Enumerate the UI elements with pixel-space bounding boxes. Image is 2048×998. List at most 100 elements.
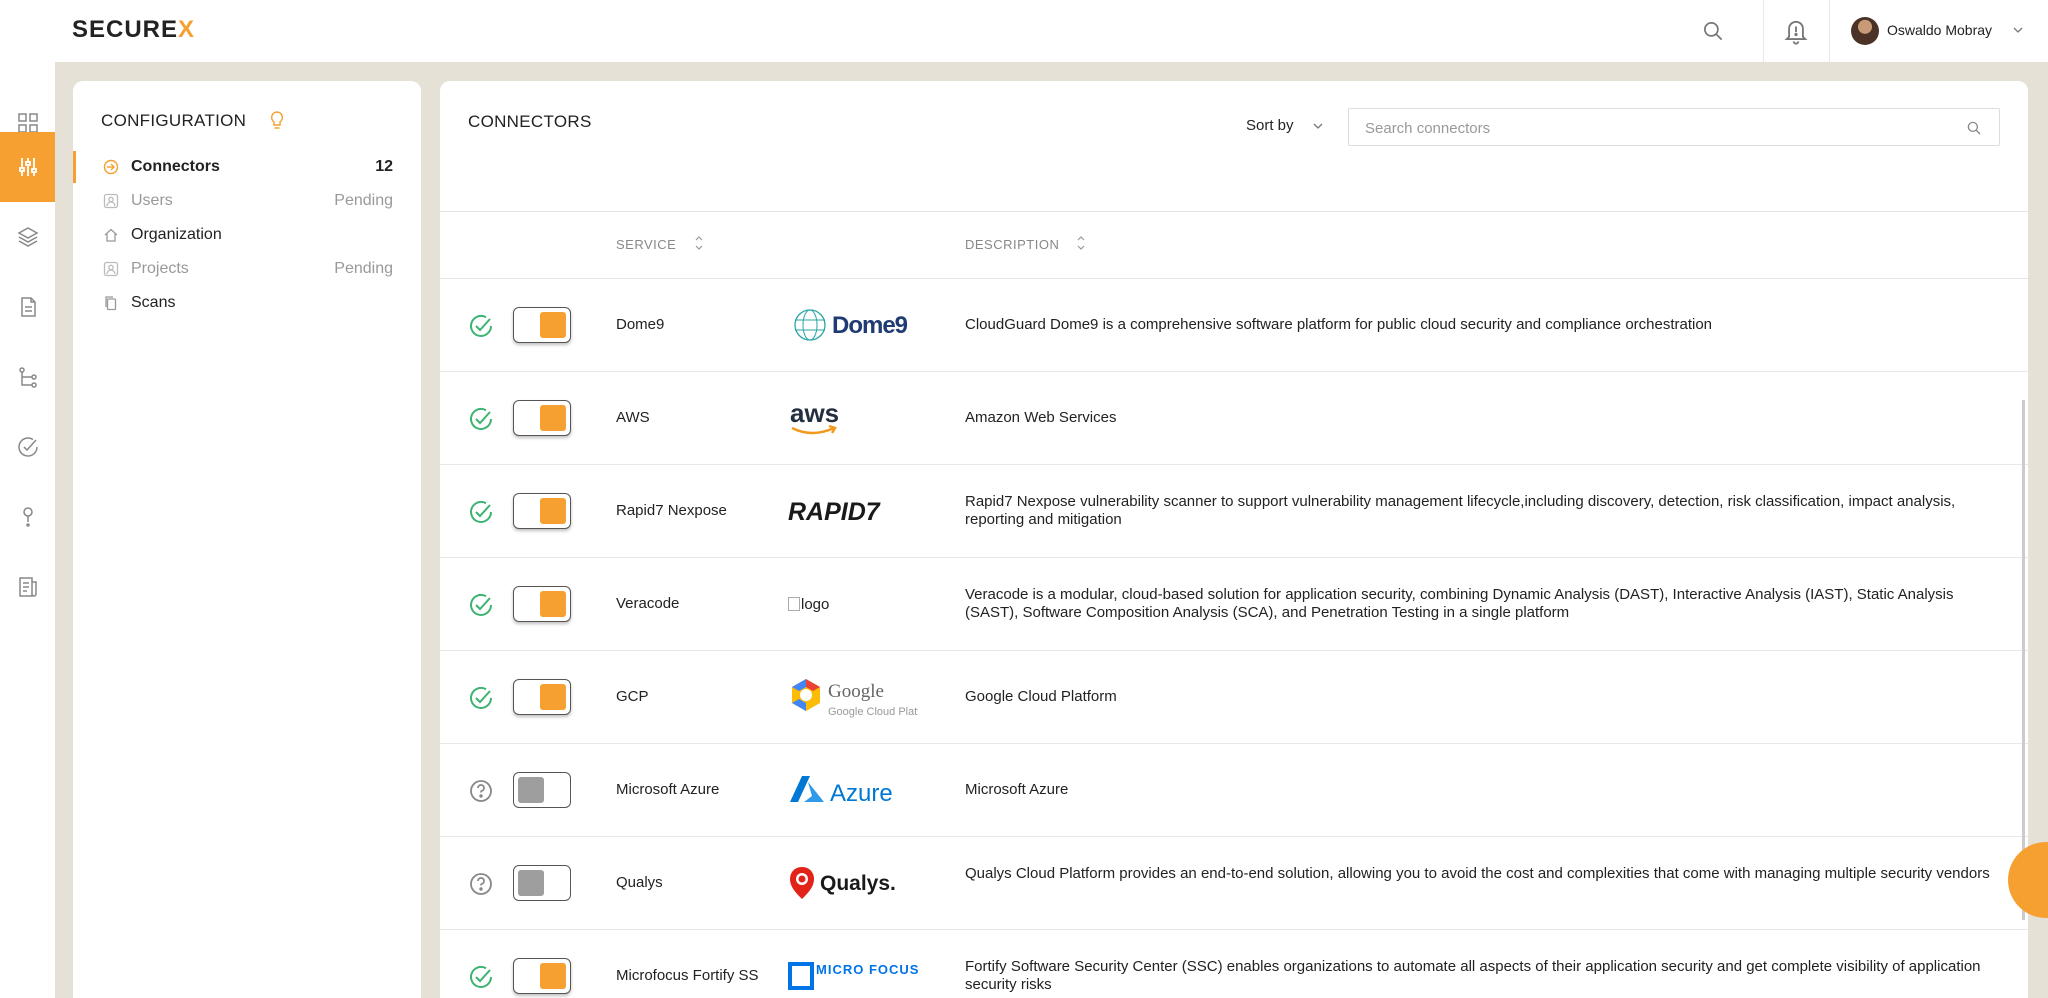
- rapid7-logo-graphic: RAPID7: [788, 498, 881, 526]
- azure-logo-text: Azure: [830, 780, 893, 807]
- rail-alerts[interactable]: [0, 482, 55, 552]
- service-name: Microfocus Fortify SS: [616, 967, 759, 984]
- sort-icon[interactable]: [694, 234, 704, 252]
- connector-toggle[interactable]: [513, 307, 571, 343]
- logo-alt-text: logo: [801, 595, 830, 613]
- top-header: SECUREX Oswaldo Mobray: [0, 0, 2048, 62]
- microfocus-logo-text: MICRO FOCUS: [816, 962, 918, 977]
- rail-documents[interactable]: [0, 272, 55, 342]
- connector-toggle[interactable]: [513, 400, 571, 436]
- column-header-service[interactable]: SERVICE: [616, 237, 676, 252]
- check-circle-icon: [17, 437, 38, 457]
- search-connectors-box: [1348, 108, 2000, 146]
- service-name: Rapid7 Nexpose: [616, 502, 727, 519]
- search-icon[interactable]: [1700, 18, 1726, 44]
- qualys-logo-text: Qualys.: [820, 872, 896, 895]
- rapid7-logo: RAPID7: [788, 489, 918, 533]
- user-name[interactable]: Oswaldo Mobray: [1887, 22, 1992, 38]
- table-row: Qualys Qualys. Qualys Cloud Platform pro…: [440, 837, 2028, 930]
- rapid7-logo-text: RAPID7: [788, 498, 881, 526]
- header-divider: [1763, 0, 1764, 62]
- nav-projects-label: Projects: [131, 260, 189, 277]
- qualys-logo-graphic: Qualys.: [790, 867, 896, 899]
- icon-rail: [0, 62, 55, 998]
- toggle-knob: [518, 777, 544, 803]
- aws-logo-text: aws: [790, 398, 839, 428]
- table-row: Microsoft Azure Azure Microsoft Azure: [440, 744, 2028, 837]
- toggle-knob: [540, 498, 566, 524]
- service-description: Google Cloud Platform: [965, 688, 1117, 705]
- configuration-title: CONFIGURATION: [101, 111, 247, 130]
- service-description: Rapid7 Nexpose vulnerability scanner to …: [965, 493, 1956, 528]
- connector-toggle[interactable]: [513, 865, 571, 901]
- table-row: Dome9 Dome9 CloudGuard Dome9 is a compre…: [440, 279, 2028, 372]
- toggle-knob: [540, 312, 566, 338]
- nav-scans[interactable]: Scans: [73, 283, 421, 323]
- column-header-description[interactable]: DESCRIPTION: [965, 237, 1059, 252]
- rail-reports[interactable]: [0, 552, 55, 622]
- lightbulb-icon[interactable]: [269, 111, 285, 131]
- service-name: Qualys: [616, 874, 663, 891]
- toggle-knob: [540, 963, 566, 989]
- connectors-panel: CONNECTORS Sort by SERVICE DESCRIPTION D…: [440, 81, 2028, 998]
- azure-logo-graphic: Azure: [790, 776, 893, 807]
- report-icon: [18, 577, 37, 597]
- connector-toggle[interactable]: [513, 958, 571, 994]
- rail-configuration[interactable]: [0, 132, 55, 202]
- nav-connectors-label: Connectors: [131, 158, 220, 175]
- connectors-title: CONNECTORS: [468, 112, 592, 131]
- user-icon: [103, 193, 119, 209]
- home-icon: [104, 228, 118, 242]
- configuration-panel: CONFIGURATION Connectors 12 Users Pendin…: [73, 81, 421, 998]
- connector-toggle[interactable]: [513, 586, 571, 622]
- bell-icon[interactable]: [1782, 16, 1810, 46]
- sort-by-dropdown[interactable]: Sort by: [1246, 117, 1294, 134]
- rail-hierarchy[interactable]: [0, 342, 55, 412]
- header-divider: [1829, 0, 1830, 62]
- google-cloud-logo-text: Google Cloud Platform: [828, 706, 918, 718]
- check-circle-icon: [470, 593, 492, 616]
- table-row: AWS aws Amazon Web Services: [440, 372, 2028, 465]
- microfocus-logo-graphic: MICRO FOCUS: [788, 962, 918, 990]
- dome9-logo: Dome9: [788, 303, 918, 347]
- service-name: AWS: [616, 409, 650, 426]
- avatar[interactable]: [1851, 17, 1879, 45]
- broken-image-icon: [788, 597, 800, 611]
- scrollbar[interactable]: [2022, 400, 2025, 920]
- aws-logo-graphic: aws: [790, 398, 839, 435]
- connectors-count: 12: [375, 158, 393, 175]
- toggle-knob: [518, 870, 544, 896]
- qualys-logo: Qualys.: [788, 861, 918, 905]
- check-circle-icon: [470, 407, 492, 430]
- check-circle-icon: [470, 965, 492, 988]
- check-circle-icon: [470, 500, 492, 523]
- question-circle-icon: [470, 873, 492, 895]
- connector-toggle[interactable]: [513, 772, 571, 808]
- table-row: GCP Google Cloud Platform Google Google …: [440, 651, 2028, 744]
- divider: [440, 211, 2028, 212]
- layers-icon: [16, 227, 39, 247]
- broken-logo-image: logo: [788, 582, 918, 626]
- projects-status: Pending: [334, 260, 393, 277]
- brand-logo[interactable]: SECUREX: [72, 16, 195, 44]
- connector-toggle[interactable]: [513, 493, 571, 529]
- svg-text:Google: Google: [828, 681, 884, 702]
- check-circle-icon: [470, 686, 492, 709]
- chevron-down-icon[interactable]: [2012, 24, 2024, 36]
- rail-checks[interactable]: [0, 412, 55, 482]
- chevron-down-icon[interactable]: [1312, 120, 1324, 132]
- rail-layers[interactable]: [0, 202, 55, 272]
- toggle-knob: [540, 591, 566, 617]
- nav-scans-label: Scans: [131, 294, 176, 311]
- sort-icon[interactable]: [1076, 234, 1086, 252]
- dome9-logo-graphic: Dome9: [794, 309, 909, 341]
- connector-toggle[interactable]: [513, 679, 571, 715]
- search-input[interactable]: [1365, 118, 1925, 138]
- service-description: Fortify Software Security Center (SSC) e…: [965, 958, 1981, 993]
- nav-organization-label: Organization: [131, 226, 222, 243]
- search-icon[interactable]: [1965, 119, 1983, 137]
- toggle-knob: [540, 405, 566, 431]
- table-row: Rapid7 Nexpose RAPID7 Rapid7 Nexpose vul…: [440, 465, 2028, 558]
- service-name: Dome9: [616, 316, 665, 333]
- aws-logo: aws: [788, 396, 918, 440]
